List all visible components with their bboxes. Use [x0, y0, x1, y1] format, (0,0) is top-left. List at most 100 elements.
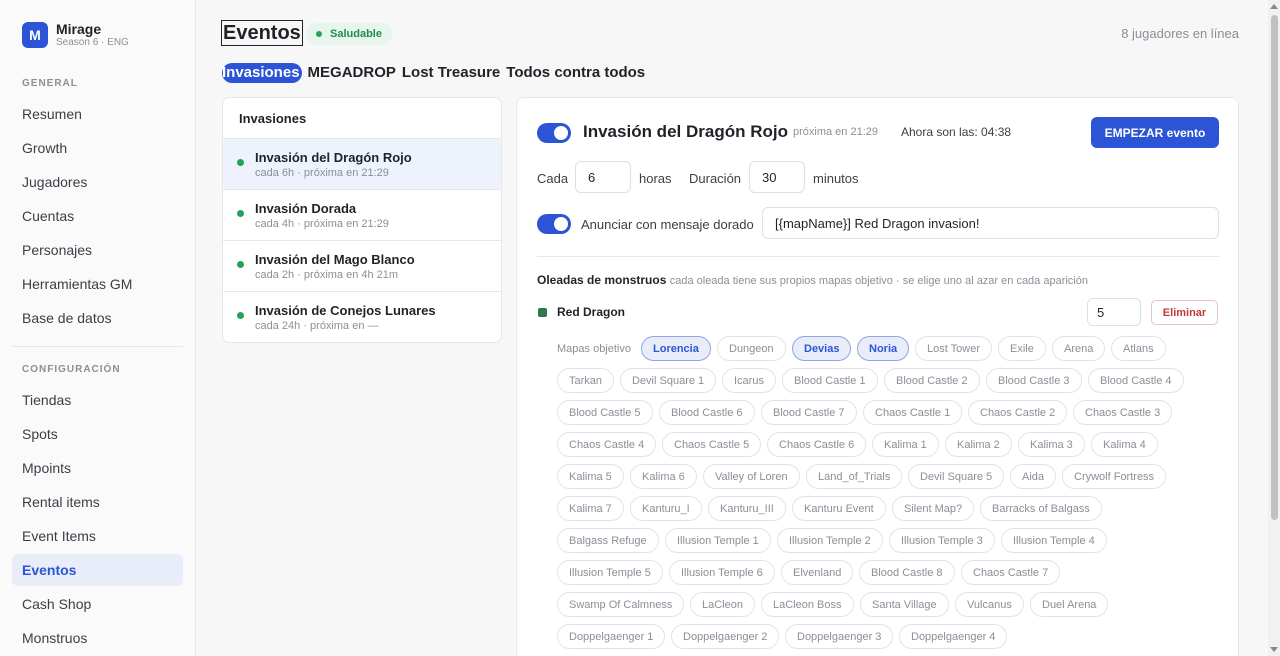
map-chip[interactable]: Icarus — [722, 368, 776, 393]
tab-todos-contra-todos[interactable]: Todos contra todos — [506, 63, 645, 83]
map-chip[interactable]: Illusion Temple 6 — [669, 560, 775, 585]
sidebar-item-personajes[interactable]: Personajes — [12, 234, 183, 266]
map-chip[interactable]: Lorencia — [641, 336, 711, 361]
map-chip[interactable]: Blood Castle 8 — [859, 560, 955, 585]
map-chip[interactable]: Crywolf Fortress — [1062, 464, 1167, 489]
map-chip[interactable]: Blood Castle 3 — [986, 368, 1082, 393]
map-chip[interactable]: Illusion Temple 3 — [889, 528, 995, 553]
map-chip[interactable]: Barracks of Balgass — [980, 496, 1102, 521]
scroll-down-icon[interactable] — [1270, 647, 1278, 652]
map-chip[interactable]: Chaos Castle 7 — [961, 560, 1061, 585]
map-chip[interactable]: Kalima 3 — [1018, 432, 1085, 457]
interval-hours-input[interactable]: 6 — [575, 161, 631, 193]
map-chip[interactable]: Aida — [1010, 464, 1057, 489]
map-chip[interactable]: Doppelgaenger 3 — [785, 624, 894, 649]
map-chip[interactable]: Noria — [857, 336, 910, 361]
map-chip[interactable]: Exile — [998, 336, 1046, 361]
map-chip[interactable]: Kalima 7 — [557, 496, 624, 521]
sidebar-item-resumen[interactable]: Resumen — [12, 98, 183, 130]
sidebar-item-monstruos[interactable]: Monstruos — [12, 622, 183, 654]
scroll-up-icon[interactable] — [1270, 4, 1278, 9]
sidebar-item-herramientas-gm[interactable]: Herramientas GM — [12, 268, 183, 300]
sidebar-item-cuentas[interactable]: Cuentas — [12, 200, 183, 232]
map-chip[interactable]: Tarkan — [557, 368, 615, 393]
sidebar-item-cash-shop[interactable]: Cash Shop — [12, 588, 183, 620]
map-chip[interactable]: LaCleon Boss — [761, 592, 854, 617]
monster-count-input[interactable]: 5 — [1087, 298, 1141, 326]
status-dot-icon — [237, 159, 244, 166]
map-chip[interactable]: LaCleon — [690, 592, 755, 617]
duration-minutes-input[interactable]: 30 — [749, 161, 805, 193]
map-chip[interactable]: Duel Arena — [1030, 592, 1109, 617]
monster-color-icon — [538, 308, 547, 317]
sidebar-item-eventos[interactable]: Eventos — [12, 554, 183, 586]
map-chip[interactable]: Valley of Loren — [703, 464, 800, 489]
sidebar-item-rental-items[interactable]: Rental items — [12, 486, 183, 518]
map-chip[interactable]: Kanturu_III — [708, 496, 786, 521]
map-chip[interactable]: Doppelgaenger 2 — [671, 624, 780, 649]
map-chip[interactable]: Kalima 5 — [557, 464, 624, 489]
start-event-button[interactable]: EMPEZAR evento — [1091, 117, 1219, 148]
map-chip[interactable]: Kalima 4 — [1091, 432, 1158, 457]
map-chip[interactable]: Kalima 6 — [630, 464, 697, 489]
sidebar-item-growth[interactable]: Growth — [12, 132, 183, 164]
sidebar-item-spots[interactable]: Spots — [12, 418, 183, 450]
map-chip[interactable]: Devil Square 5 — [908, 464, 1005, 489]
list-item[interactable]: Invasión Dorada cada 4h · próxima en 21:… — [223, 190, 501, 241]
map-chip[interactable]: Elvenland — [781, 560, 854, 585]
map-chip[interactable]: Kanturu_I — [630, 496, 702, 521]
map-chip[interactable]: Blood Castle 7 — [761, 400, 857, 425]
brand-season: Season 6 · ENG — [56, 37, 129, 48]
sidebar-item-event-items[interactable]: Event Items — [12, 520, 183, 552]
map-chip[interactable]: Illusion Temple 5 — [557, 560, 663, 585]
map-chip[interactable]: Illusion Temple 1 — [665, 528, 771, 553]
map-chip[interactable]: Doppelgaenger 1 — [557, 624, 666, 649]
scroll-thumb[interactable] — [1271, 15, 1278, 520]
map-chip[interactable]: Silent Map? — [892, 496, 975, 521]
map-chip[interactable]: Illusion Temple 4 — [1001, 528, 1107, 553]
tab-invasiones[interactable]: Invasiones — [222, 63, 302, 83]
sidebar-item-base-de-datos[interactable]: Base de datos — [12, 302, 183, 334]
map-chip[interactable]: Chaos Castle 6 — [767, 432, 867, 457]
sidebar-item-jugadores[interactable]: Jugadores — [12, 166, 183, 198]
sidebar-item-mpoints[interactable]: Mpoints — [12, 452, 183, 484]
map-chip[interactable]: Atlans — [1111, 336, 1166, 361]
map-chip[interactable]: Devias — [792, 336, 852, 361]
map-chip[interactable]: Dungeon — [717, 336, 786, 361]
map-chip[interactable]: Land_of_Trials — [806, 464, 903, 489]
map-chip[interactable]: Devil Square 1 — [620, 368, 717, 393]
event-enabled-toggle[interactable] — [537, 123, 571, 143]
list-item[interactable]: Invasión de Conejos Lunares cada 24h · p… — [223, 292, 501, 342]
list-item[interactable]: Invasión del Mago Blanco cada 2h · próxi… — [223, 241, 501, 292]
map-chip[interactable]: Arena — [1052, 336, 1106, 361]
announce-toggle[interactable] — [537, 214, 571, 234]
map-chip[interactable]: Kalima 2 — [945, 432, 1012, 457]
tab-megadrop[interactable]: MEGADROP — [308, 63, 396, 83]
delete-wave-button[interactable]: Eliminar — [1151, 300, 1218, 325]
map-chip[interactable]: Chaos Castle 3 — [1073, 400, 1173, 425]
map-chip[interactable]: Blood Castle 1 — [782, 368, 878, 393]
map-chip[interactable]: Vulcanus — [955, 592, 1024, 617]
announce-message-input[interactable]: [{mapName}] Red Dragon invasion! — [762, 207, 1219, 239]
map-chip[interactable]: Chaos Castle 5 — [662, 432, 762, 457]
map-chip[interactable]: Balgass Refuge — [557, 528, 659, 553]
map-chip[interactable]: Chaos Castle 2 — [968, 400, 1068, 425]
map-chip[interactable]: Illusion Temple 2 — [777, 528, 883, 553]
page-scrollbar[interactable] — [1268, 0, 1280, 656]
map-chip[interactable]: Santa Village — [860, 592, 949, 617]
map-chip[interactable]: Chaos Castle 4 — [557, 432, 657, 457]
map-chip[interactable]: Blood Castle 2 — [884, 368, 980, 393]
map-chip[interactable]: Doppelgaenger 4 — [899, 624, 1008, 649]
map-chip[interactable]: Blood Castle 6 — [659, 400, 755, 425]
sidebar-item-tiendas[interactable]: Tiendas — [12, 384, 183, 416]
map-chip[interactable]: Blood Castle 4 — [1088, 368, 1184, 393]
map-chip[interactable]: Chaos Castle 1 — [863, 400, 963, 425]
list-item[interactable]: Invasión del Dragón Rojo cada 6h · próxi… — [223, 139, 501, 190]
map-chip[interactable]: Kanturu Event — [792, 496, 886, 521]
map-chip[interactable]: Kalima 1 — [872, 432, 939, 457]
map-chip[interactable]: Lost Tower — [915, 336, 992, 361]
map-chip[interactable]: Swamp Of Calmness — [557, 592, 685, 617]
tab-lost-treasure[interactable]: Lost Treasure — [402, 63, 500, 83]
brand[interactable]: M Mirage Season 6 · ENG — [22, 21, 129, 49]
map-chip[interactable]: Blood Castle 5 — [557, 400, 653, 425]
